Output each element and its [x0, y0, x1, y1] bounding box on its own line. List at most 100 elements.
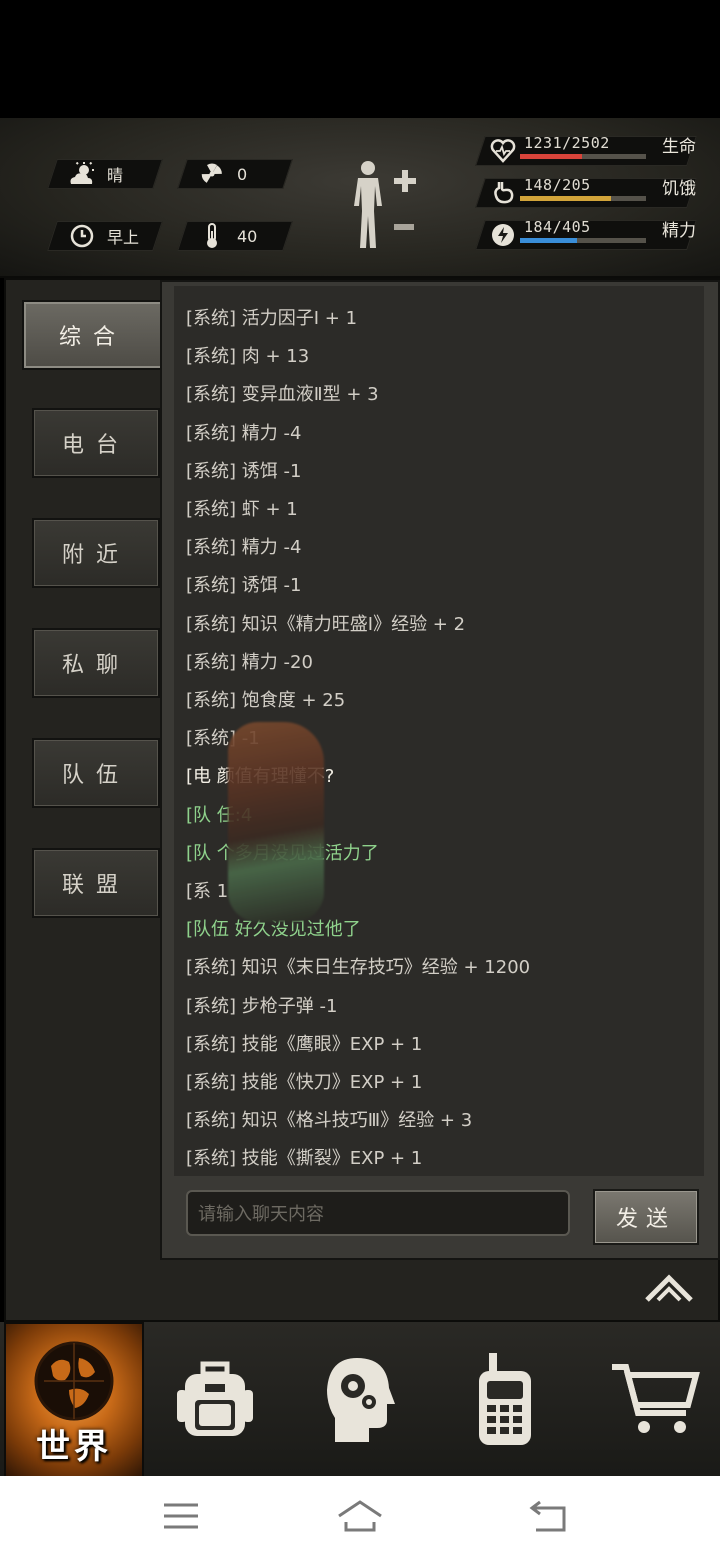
message-text: 诱饵 -1: [241, 575, 302, 597]
chat-message: [系统] 饱食度 + 25: [186, 686, 345, 712]
nav-radio[interactable]: [440, 1322, 570, 1476]
message-text: 精力 -4: [241, 422, 302, 444]
nav-world[interactable]: 世界: [4, 1322, 144, 1480]
nav-skills[interactable]: [295, 1322, 425, 1476]
message-text: 知识《格斗技巧Ⅲ》经验 + 3: [241, 1110, 473, 1132]
message-channel: [系统]: [186, 957, 237, 979]
energy-bar: [520, 238, 646, 243]
chat-message: [系统] 知识《末日生存技巧》经验 + 1200: [186, 953, 530, 979]
message-text: 虾 + 1: [241, 499, 298, 520]
hunger-value: 148/205: [524, 176, 591, 194]
nav-world-label: 世界: [36, 1427, 112, 1467]
message-text: 好久没见过他了: [234, 919, 361, 941]
chat-message: [系统] 活力因子Ⅰ + 1: [186, 304, 357, 330]
heart-icon: [490, 138, 516, 164]
chat-message: [系统] 精力 -4: [186, 419, 301, 445]
temperature-value: 40: [237, 226, 258, 246]
weather-indicator: 晴: [47, 159, 163, 189]
chat-message: [系统] 诱饵 -1: [186, 457, 301, 483]
message-text: 肉 + 13: [241, 346, 310, 368]
weather-text: 晴: [107, 166, 124, 185]
message-channel: [队伍: [186, 919, 230, 941]
energy-value: 184/405: [524, 218, 591, 236]
chat-message: [系统] 技能《快刀》EXP + 1: [186, 1068, 422, 1094]
message-channel: [系统]: [186, 613, 237, 635]
message-channel: [系统]: [186, 460, 237, 482]
time-indicator: 早上: [47, 221, 163, 251]
menu-icon[interactable]: [162, 1500, 200, 1532]
message-channel: [系统]: [186, 422, 237, 444]
stomach-icon: [490, 180, 516, 206]
backpack-icon: [177, 1361, 253, 1436]
message-channel: [系统]: [186, 995, 237, 1017]
message-text: 诱饵 -1: [241, 460, 302, 482]
message-channel: [系统]: [186, 651, 237, 673]
nav-shop[interactable]: [590, 1322, 720, 1476]
message-channel: [系统]: [186, 1110, 237, 1132]
message-text: 技能《快刀》EXP + 1: [241, 1072, 423, 1093]
energy-icon: [490, 222, 516, 248]
message-text: 精力 -4: [241, 537, 302, 559]
tab-team[interactable]: 队伍: [32, 738, 160, 808]
message-text: 知识《精力旺盛Ⅰ》经验 + 2: [241, 613, 466, 635]
message-channel: [系统]: [186, 575, 237, 597]
chat-message: [系统] 虾 + 1: [186, 495, 298, 521]
tab-private[interactable]: 私聊: [32, 628, 160, 698]
status-hud: 晴 0 早上 40 1231/2502 生命 148/205 饥饿 184/40…: [0, 118, 720, 278]
message-text: 知识《末日生存技巧》经验 + 1200: [241, 957, 531, 979]
chat-message: [系统] 技能《鹰眼》EXP + 1: [186, 1030, 422, 1056]
message-text: 精力 -20: [241, 651, 313, 673]
tab-nearby[interactable]: 附近: [32, 518, 160, 588]
tab-radio[interactable]: 电台: [32, 408, 160, 478]
chat-message: [系统] 知识《格斗技巧Ⅲ》经验 + 3: [186, 1106, 472, 1132]
nav-backpack[interactable]: [150, 1322, 280, 1476]
send-button[interactable]: 发送: [593, 1189, 699, 1245]
tab-alliance[interactable]: 联盟: [32, 848, 160, 918]
chat-message: [系统] 步枪子弹 -1: [186, 992, 337, 1018]
hunger-stat: 148/205 饥饿: [475, 174, 720, 210]
bottom-game-nav: 世界: [0, 1322, 720, 1480]
chat-message: [系统] 精力 -20: [186, 648, 313, 674]
radiation-value: 0: [237, 164, 248, 184]
character-body-button[interactable]: [346, 156, 426, 252]
message-channel: [系统]: [186, 537, 237, 559]
message-channel: [系统]: [186, 1033, 237, 1055]
energy-stat: 184/405 精力: [475, 216, 720, 252]
health-value: 1231/2502: [524, 134, 610, 152]
back-icon[interactable]: [528, 1498, 570, 1534]
message-text: 技能《撕裂》EXP + 1: [241, 1148, 423, 1170]
system-navigation-bar: [0, 1476, 720, 1560]
message-channel: [队: [186, 804, 212, 826]
energy-label: 精力: [662, 221, 696, 241]
message-channel: [系统]: [186, 384, 237, 406]
radiation-icon: [197, 160, 227, 188]
skills-head-icon: [327, 1358, 395, 1442]
message-channel: [系统]: [186, 499, 237, 520]
collapse-up-icon[interactable]: [644, 1270, 694, 1306]
home-icon[interactable]: [336, 1498, 384, 1534]
time-of-day-text: 早上: [107, 228, 140, 247]
sun-cloud-icon: [67, 160, 97, 188]
thermometer-icon: [197, 222, 227, 250]
chat-message: [系统] 精力 -4: [186, 533, 301, 559]
chat-input[interactable]: 请输入聊天内容: [186, 1190, 570, 1236]
chat-message: [系统] 知识《精力旺盛Ⅰ》经验 + 2: [186, 610, 465, 636]
hunger-bar: [520, 196, 646, 201]
message-text: 1: [216, 881, 229, 902]
message-channel: [系: [186, 881, 212, 902]
hunger-label: 饥饿: [662, 179, 696, 199]
message-text: 变异血液Ⅱ型 + 3: [241, 384, 379, 406]
player-avatar[interactable]: [228, 722, 324, 922]
chat-message: [系统] 变异血液Ⅱ型 + 3: [186, 380, 379, 406]
body-silhouette-icon: [354, 161, 416, 248]
message-channel: [系统]: [186, 308, 237, 329]
message-text: 步枪子弹 -1: [241, 995, 338, 1017]
radiation-indicator: 0: [177, 159, 293, 189]
message-channel: [系统]: [186, 690, 237, 711]
health-stat: 1231/2502 生命: [475, 132, 720, 168]
message-channel: [系统]: [186, 346, 237, 368]
tab-general[interactable]: 综合: [22, 300, 164, 370]
temperature-indicator: 40: [177, 221, 293, 251]
chat-message: [系统] 技能《撕裂》EXP + 1: [186, 1144, 422, 1170]
chat-message: [系统] 诱饵 -1: [186, 571, 301, 597]
